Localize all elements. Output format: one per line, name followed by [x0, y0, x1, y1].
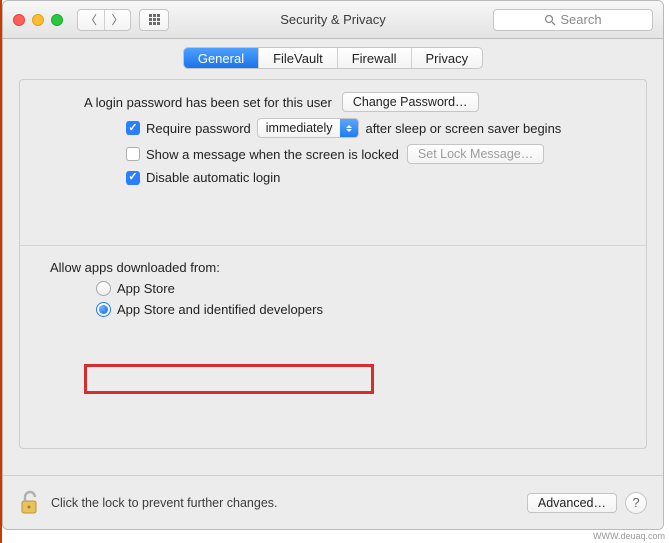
radio-app-store-label: App Store [117, 281, 175, 296]
require-password-checkbox[interactable] [126, 121, 140, 135]
general-panel: A login password has been set for this u… [19, 79, 647, 449]
radio-app-store-identified[interactable] [96, 302, 111, 317]
nav-back-button[interactable]: 〈 [78, 10, 104, 30]
require-password-label-before: Require password [146, 121, 251, 136]
search-placeholder: Search [560, 12, 601, 27]
select-value: immediately [258, 121, 341, 135]
highlight-annotation [84, 364, 374, 394]
watermark: WWW.deuaq.com [593, 531, 665, 541]
show-all-button[interactable] [139, 9, 169, 31]
close-icon[interactable] [13, 14, 25, 26]
lock-text: Click the lock to prevent further change… [51, 496, 278, 510]
select-stepper-icon [340, 119, 358, 137]
search-icon [544, 14, 556, 26]
require-password-delay-select[interactable]: immediately [257, 118, 360, 138]
help-icon: ? [632, 495, 639, 510]
radio-app-store[interactable] [96, 281, 111, 296]
allow-apps-heading: Allow apps downloaded from: [50, 260, 628, 275]
nav-back-forward: 〈 〉 [77, 9, 131, 31]
tab-filevault[interactable]: FileVault [258, 48, 337, 68]
minimize-icon[interactable] [32, 14, 44, 26]
zoom-icon[interactable] [51, 14, 63, 26]
grid-icon [149, 14, 160, 25]
traffic-lights [13, 14, 63, 26]
chevron-right-icon: 〉 [111, 11, 123, 28]
window-footer: Click the lock to prevent further change… [3, 475, 663, 529]
tab-general[interactable]: General [184, 48, 258, 68]
help-button[interactable]: ? [625, 492, 647, 514]
lock-icon[interactable] [19, 490, 41, 516]
change-password-button[interactable]: Change Password… [342, 92, 479, 112]
show-lock-message-checkbox[interactable] [126, 147, 140, 161]
window-toolbar: 〈 〉 Security & Privacy Search [3, 1, 663, 39]
advanced-button[interactable]: Advanced… [527, 493, 617, 513]
tab-firewall[interactable]: Firewall [337, 48, 411, 68]
pane-tabs: General FileVault Firewall Privacy [183, 47, 483, 69]
disable-automatic-login-label: Disable automatic login [146, 170, 280, 185]
disable-automatic-login-checkbox[interactable] [126, 171, 140, 185]
chevron-left-icon: 〈 [85, 11, 97, 28]
require-password-label-after: after sleep or screen saver begins [365, 121, 561, 136]
security-privacy-window: 〈 〉 Security & Privacy Search General Fi… [2, 0, 664, 530]
login-password-set-label: A login password has been set for this u… [84, 95, 332, 110]
tab-privacy[interactable]: Privacy [411, 48, 483, 68]
set-lock-message-button: Set Lock Message… [407, 144, 544, 164]
show-lock-message-label: Show a message when the screen is locked [146, 147, 399, 162]
panel-divider [20, 245, 646, 246]
radio-app-store-identified-label: App Store and identified developers [117, 302, 323, 317]
nav-forward-button[interactable]: 〉 [104, 10, 130, 30]
search-input[interactable]: Search [493, 9, 653, 31]
